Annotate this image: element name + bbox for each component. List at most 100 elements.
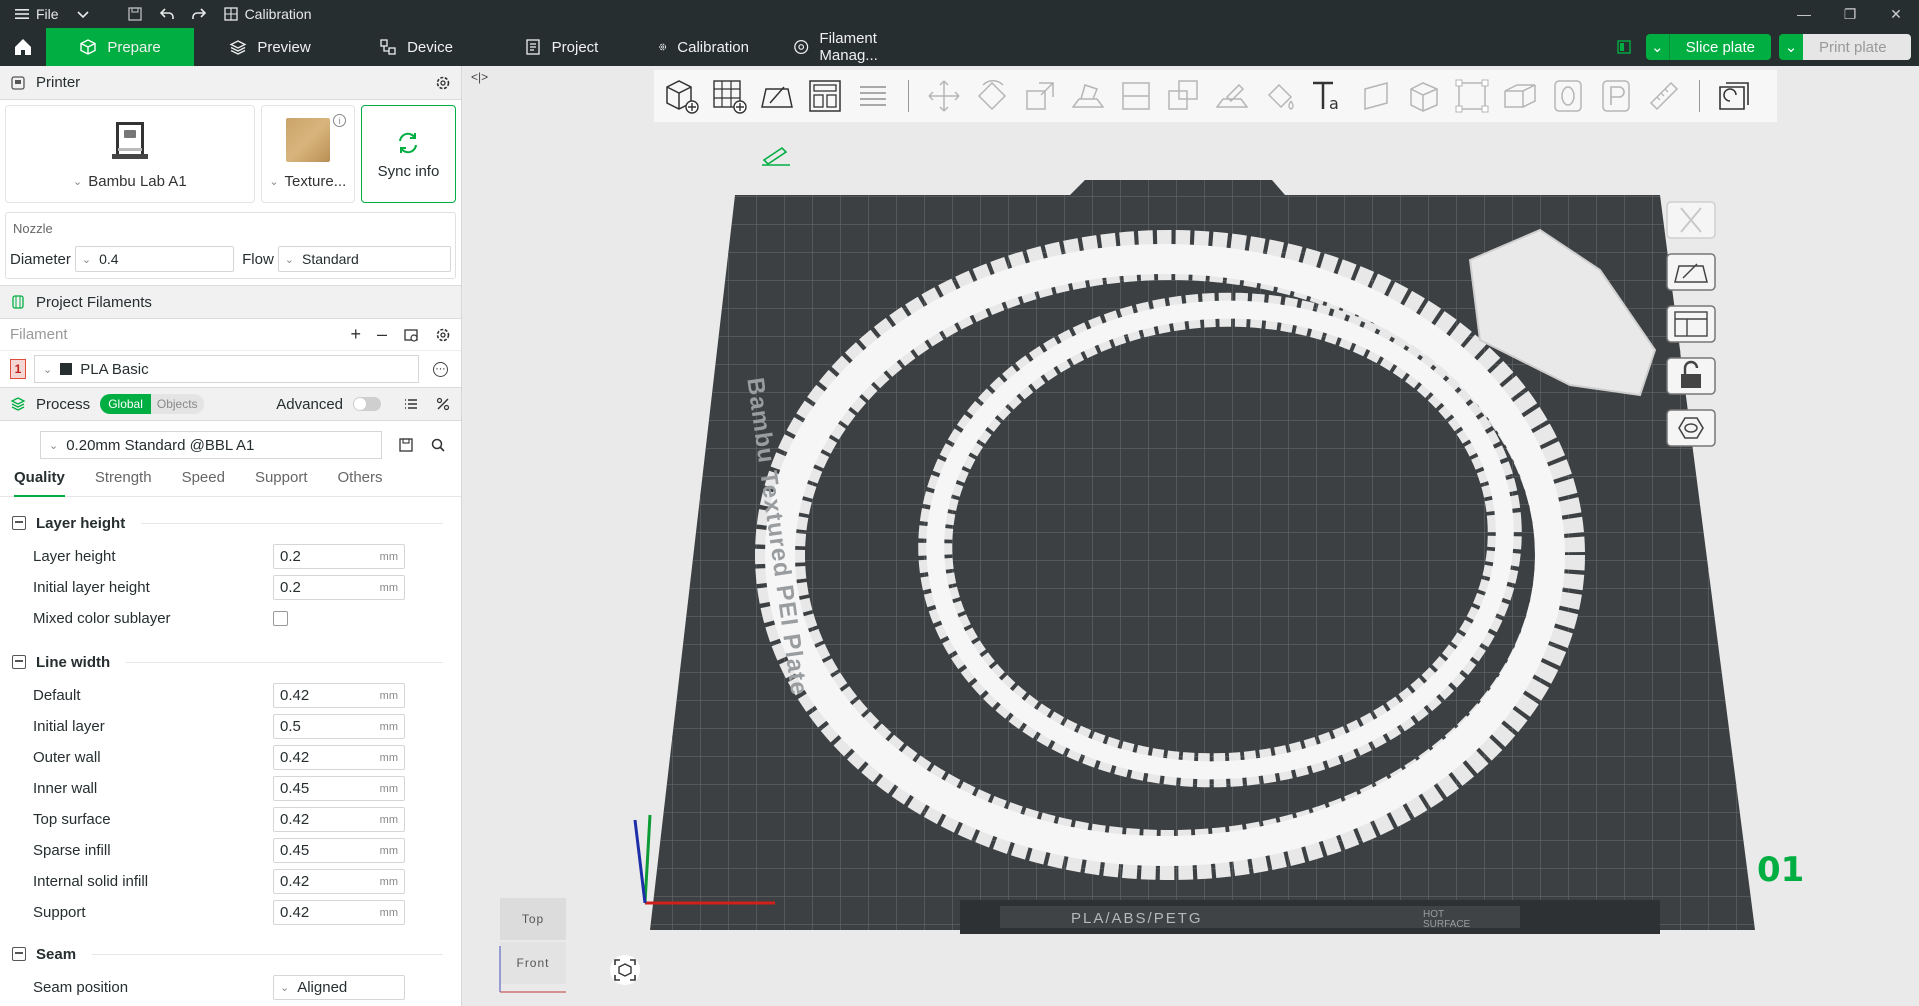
print-plate-button[interactable]: ⌄ Print plate [1779, 34, 1911, 60]
auto-orient-icon [761, 86, 793, 108]
remove-filament-icon[interactable]: – [377, 324, 387, 345]
save-icon[interactable] [398, 437, 414, 453]
line-width-input[interactable]: 0.5 mm [273, 714, 405, 739]
process-subtabs: Quality Strength Speed Support Others [0, 469, 461, 497]
printer-selector-card[interactable]: ⌄ Bambu Lab A1 [5, 105, 255, 203]
restore-button[interactable]: ❐ [1827, 0, 1873, 28]
auto-orient-plate-button[interactable] [1663, 250, 1719, 294]
assembly-view-button[interactable] [1714, 75, 1756, 117]
tab-others[interactable]: Others [338, 469, 383, 497]
process-preset-select[interactable]: ⌄ 0.20mm Standard @BBL A1 [40, 431, 382, 459]
nozzle-flow-select[interactable]: ⌄ Standard [277, 246, 451, 272]
objects-option[interactable]: Objects [150, 394, 204, 414]
slice-plate-button[interactable]: ⌄ Slice plate [1645, 34, 1771, 60]
tab-prepare[interactable]: Prepare [46, 28, 194, 66]
cut-tool-button[interactable] [1115, 75, 1157, 117]
param-unit: mm [379, 581, 398, 594]
text-tool-button[interactable]: a [1307, 75, 1349, 117]
multi-device-button[interactable] [1610, 34, 1638, 60]
tab-support[interactable]: Support [255, 469, 308, 497]
search-icon[interactable] [430, 437, 446, 453]
filament-select[interactable]: ⌄ PLA Basic [34, 355, 419, 383]
layer-height-icon [12, 516, 26, 530]
plate-number[interactable]: 01 [1757, 850, 1804, 890]
line-width-input[interactable]: 0.42 mm [273, 900, 405, 925]
file-menu[interactable]: File [0, 0, 67, 28]
close-button[interactable]: ✕ [1873, 0, 1919, 28]
line-width-input[interactable]: 0.42 mm [273, 869, 405, 894]
auto-orient-button[interactable] [756, 75, 798, 117]
boolean-tool-button[interactable] [1163, 75, 1205, 117]
list-icon[interactable] [403, 396, 419, 412]
edit-plate-name-button[interactable] [760, 144, 792, 170]
chevron-down-icon[interactable]: ⌄ [1779, 34, 1803, 60]
minimize-button[interactable]: — [1781, 0, 1827, 28]
line-width-input[interactable]: 0.45 mm [273, 838, 405, 863]
home-button[interactable] [0, 28, 46, 66]
tab-filament-manager[interactable]: Filament Manag... [771, 28, 951, 66]
tab-calibration[interactable]: Calibration [636, 28, 771, 66]
tab-speed[interactable]: Speed [182, 469, 225, 497]
filament-sub-label: Filament [10, 326, 68, 343]
tab-project[interactable]: Project [486, 28, 636, 66]
zero-tool-button[interactable] [1547, 75, 1589, 117]
split-layers-button[interactable] [852, 75, 894, 117]
scale-tool-button[interactable] [1019, 75, 1061, 117]
table-row: Support 0.42 mm [0, 897, 461, 928]
rotate-tool-button[interactable] [971, 75, 1013, 117]
ruler-tool-button[interactable] [1643, 75, 1685, 117]
mixed-color-sublayer-checkbox[interactable] [273, 611, 288, 626]
support-paint-button[interactable] [1211, 75, 1253, 117]
placeholder-p-button[interactable] [1595, 75, 1637, 117]
line-width-input[interactable]: 0.42 mm [273, 745, 405, 770]
bounding-box-button[interactable] [1451, 75, 1493, 117]
add-plate-button[interactable] [708, 75, 750, 117]
tab-strength[interactable]: Strength [95, 469, 152, 497]
nozzle-diameter-select[interactable]: ⌄ 0.4 [74, 246, 235, 272]
add-filament-icon[interactable]: + [350, 324, 361, 345]
arrange-button[interactable] [804, 75, 846, 117]
tab-preview[interactable]: Preview [194, 28, 346, 66]
plate-type-card[interactable]: i ⌄ Texture... [260, 105, 355, 203]
slicing-view-button[interactable] [1499, 75, 1541, 117]
lay-on-face-button[interactable] [1067, 75, 1109, 117]
global-objects-toggle[interactable]: Global Objects [100, 394, 204, 414]
move-tool-button[interactable] [923, 75, 965, 117]
tab-quality[interactable]: Quality [14, 469, 65, 497]
line-width-input[interactable]: 0.42 mm [273, 683, 405, 708]
sync-info-button[interactable]: Sync info [360, 105, 457, 203]
lock-plate-button[interactable] [1663, 354, 1719, 398]
measure-tool-button[interactable] [1355, 75, 1397, 117]
percent-icon[interactable] [435, 396, 451, 412]
more-options-icon[interactable]: ⋯ [433, 361, 448, 377]
orient-view-button[interactable] [609, 954, 641, 986]
seam-position-select[interactable]: ⌄ Aligned [273, 975, 405, 1000]
line-width-input[interactable]: 0.45 mm [273, 776, 405, 801]
add-object-button[interactable] [660, 75, 702, 117]
redo-button[interactable] [183, 0, 215, 28]
view-cube[interactable]: Top Front [499, 898, 566, 994]
plate-settings-button[interactable] [1663, 406, 1719, 450]
global-option[interactable]: Global [100, 394, 151, 414]
advanced-toggle[interactable] [353, 397, 381, 411]
assembly-tool-button[interactable] [1403, 75, 1445, 117]
chevron-down-icon[interactable]: ⌄ [1645, 34, 1670, 60]
delete-plate-button[interactable] [1663, 198, 1719, 242]
filament-slot-number[interactable]: 1 [10, 359, 26, 379]
gear-icon[interactable] [435, 327, 451, 343]
collapse-sidebar-button[interactable]: <|> [471, 70, 488, 84]
gear-icon[interactable] [435, 75, 451, 91]
initial-layer-height-input[interactable]: 0.2 mm [273, 575, 405, 600]
calibration-menu[interactable]: Calibration [215, 0, 320, 28]
layer-height-input[interactable]: 0.2 mm [273, 544, 405, 569]
tab-device[interactable]: Device [346, 28, 486, 66]
arrange-plate-button[interactable] [1663, 302, 1719, 346]
filament-sync-icon[interactable] [403, 327, 419, 343]
seam-paint-button[interactable] [1259, 75, 1301, 117]
undo-button[interactable] [151, 0, 183, 28]
cube-icon [80, 39, 97, 55]
save-button[interactable] [119, 0, 151, 28]
info-icon[interactable]: i [332, 114, 346, 127]
file-dropdown-button[interactable] [67, 0, 99, 28]
line-width-input[interactable]: 0.42 mm [273, 807, 405, 832]
